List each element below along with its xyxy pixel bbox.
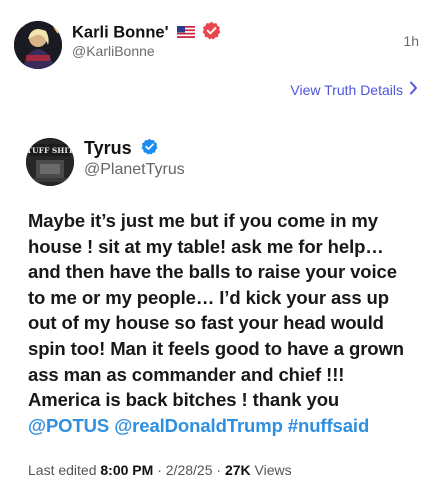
- author-name-row[interactable]: Karli Bonne': [72, 21, 221, 45]
- mention-link[interactable]: @realDonaldTrump: [114, 415, 283, 436]
- views-count[interactable]: 27K: [225, 462, 251, 478]
- verified-icon: [202, 21, 221, 45]
- post-text: Maybe it’s just me but if you come in my…: [28, 210, 404, 411]
- quoted-author-handle[interactable]: @PlanetTyrus: [84, 161, 185, 179]
- post-time: 1h: [403, 33, 419, 49]
- mention-link[interactable]: @POTUS: [28, 415, 109, 436]
- chevron-right-icon: [409, 81, 418, 98]
- last-edited-label: Last edited: [28, 462, 97, 478]
- edited-time: 8:00 PM: [100, 462, 154, 478]
- separator-dot: ·: [216, 462, 225, 478]
- author-handle[interactable]: @KarliBonne: [72, 43, 155, 59]
- hashtag-link[interactable]: #nuffsaid: [288, 415, 369, 436]
- verified-icon: [141, 138, 158, 160]
- view-truth-details-link[interactable]: View Truth Details: [290, 81, 418, 98]
- post-body: Maybe it’s just me but if you come in my…: [28, 208, 418, 438]
- author-avatar[interactable]: [14, 21, 62, 69]
- edited-date: 2/28/25: [165, 462, 213, 478]
- quoted-author-name-row[interactable]: Tyrus: [84, 138, 158, 160]
- us-flag-icon: [177, 24, 196, 43]
- view-truth-details-label: View Truth Details: [290, 81, 403, 98]
- quoted-author-name[interactable]: Tyrus: [84, 138, 132, 158]
- quoted-author-avatar[interactable]: TUFF SHIT: [26, 138, 74, 186]
- quoted-avatar-text: TUFF SHIT: [27, 146, 74, 155]
- views-label[interactable]: Views: [255, 462, 292, 478]
- post-meta: Last edited 8:00 PM · 2/28/25 · 27K View…: [28, 462, 292, 478]
- author-name[interactable]: Karli Bonne': [72, 23, 169, 41]
- separator-dot: ·: [157, 462, 162, 478]
